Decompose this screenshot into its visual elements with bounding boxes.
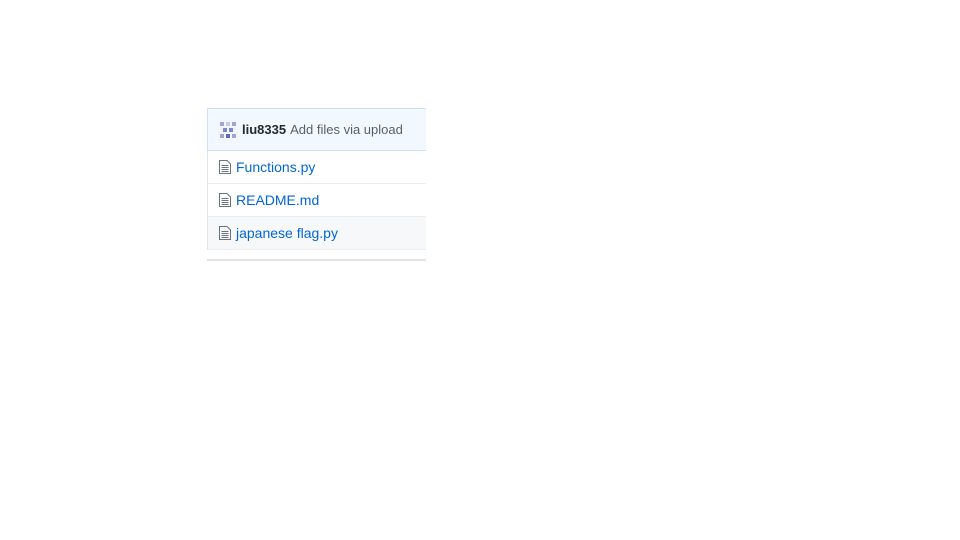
file-browser-panel: liu8335 Add files via upload Functions.p…: [207, 108, 426, 250]
file-icon: [219, 226, 231, 240]
panel-divider: [207, 259, 426, 261]
file-link[interactable]: Functions.py: [236, 159, 315, 175]
file-icon: [219, 193, 231, 207]
file-row[interactable]: README.md: [208, 184, 426, 217]
file-row[interactable]: japanese flag.py: [208, 217, 426, 250]
file-link[interactable]: japanese flag.py: [236, 225, 338, 241]
file-link[interactable]: README.md: [236, 192, 319, 208]
file-list: Functions.py README.md japanese flag.py: [207, 151, 426, 250]
avatar[interactable]: [218, 119, 238, 140]
file-row[interactable]: Functions.py: [208, 151, 426, 184]
commit-author-link[interactable]: liu8335: [242, 122, 286, 137]
commit-message-link[interactable]: Add files via upload: [290, 122, 403, 137]
file-icon: [219, 160, 231, 174]
latest-commit-bar: liu8335 Add files via upload: [208, 109, 426, 151]
